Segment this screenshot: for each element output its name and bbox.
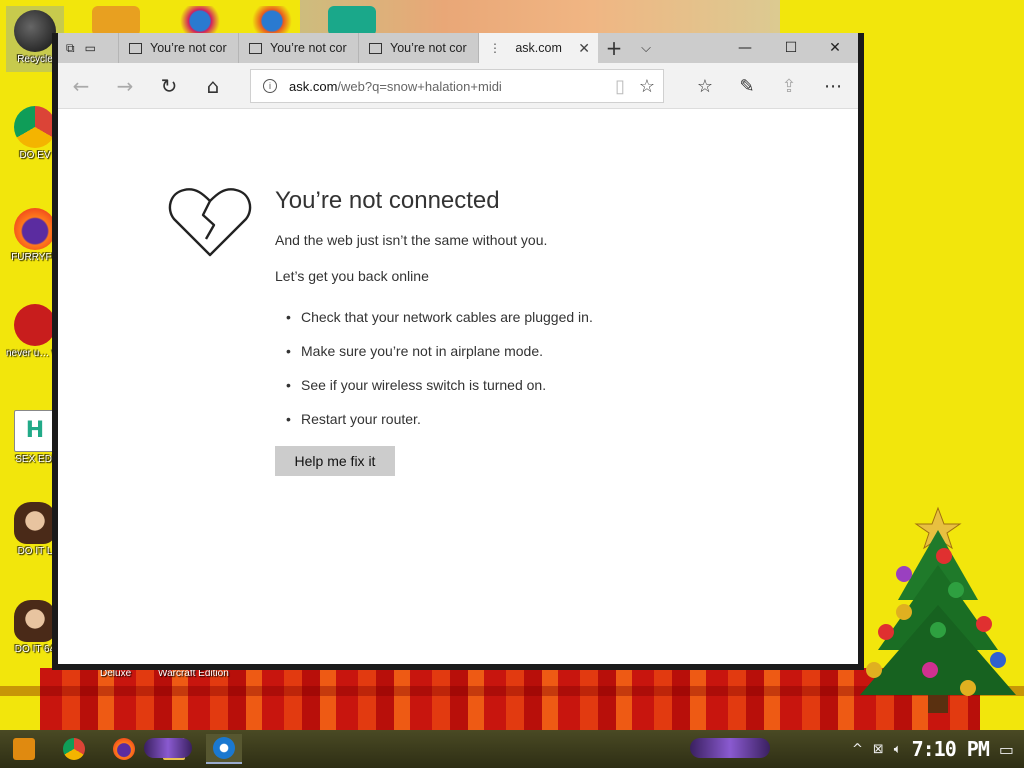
- error-subtitle: And the web just isn’t the same without …: [275, 232, 548, 248]
- address-path: /web?q=snow+halation+midi: [337, 78, 502, 94]
- error-page: You’re not connected And the web just is…: [58, 109, 858, 664]
- tip-item: See if your wireless switch is turned on…: [286, 375, 593, 409]
- app-shortcut-icon[interactable]: [248, 6, 296, 36]
- tab-controls: ⧉ ▭: [58, 33, 118, 63]
- close-window-button[interactable]: ✕: [812, 33, 858, 63]
- share-icon[interactable]: ⇪: [774, 71, 804, 101]
- browser-tab[interactable]: You’re not cor: [358, 33, 478, 63]
- app-shortcut-icon[interactable]: [176, 6, 224, 36]
- app-shortcut-icon[interactable]: [328, 6, 376, 36]
- more-menu-icon[interactable]: ⋯: [818, 71, 848, 101]
- web-note-pen-icon[interactable]: ✎: [732, 71, 762, 101]
- close-tab-icon[interactable]: ✕: [578, 40, 590, 57]
- browser-tab-active[interactable]: ⋮ ask.com ✕: [478, 33, 598, 63]
- favorites-hub-icon[interactable]: ☆: [690, 71, 720, 101]
- new-tab-button[interactable]: +: [598, 33, 630, 63]
- christmas-tree-decoration: [860, 506, 1016, 713]
- refresh-button[interactable]: ↻: [154, 71, 184, 101]
- browser-window: ⧉ ▭ You’re not cor You’re not cor You’re…: [52, 33, 864, 670]
- troubleshooting-list: Check that your network cables are plugg…: [286, 307, 593, 443]
- back-button[interactable]: ←: [66, 71, 96, 101]
- taskbar-chrome-icon[interactable]: [58, 734, 90, 764]
- app-shortcut-icon[interactable]: [92, 6, 140, 36]
- maximize-button[interactable]: ☐: [768, 33, 814, 63]
- minimize-button[interactable]: —: [722, 33, 768, 63]
- tip-item: Make sure you’re not in airplane mode.: [286, 341, 593, 375]
- navigation-bar: ← → ↻ ⌂ i ask.com/web?q=snow+halation+mi…: [58, 63, 858, 109]
- favorite-star-icon[interactable]: ☆: [639, 76, 655, 97]
- help-me-fix-it-button[interactable]: Help me fix it: [275, 446, 395, 476]
- drag-handle-icon: ⋮: [489, 41, 501, 55]
- browser-tab[interactable]: You’re not cor: [118, 33, 238, 63]
- system-tray: ^ ⊠ 🔈︎ 7:10 PM ▭: [852, 730, 1014, 768]
- taskbar-clock[interactable]: 7:10 PM: [912, 737, 990, 761]
- forward-button[interactable]: →: [110, 71, 140, 101]
- show-hidden-icons-chevron-icon[interactable]: ^: [852, 742, 863, 757]
- broken-heart-icon: [168, 188, 252, 257]
- tab-menu-chevron-icon[interactable]: ⌵: [630, 33, 662, 63]
- error-title: You’re not connected: [275, 187, 500, 214]
- volume-icon[interactable]: 🔈︎: [894, 742, 902, 757]
- site-info-icon[interactable]: i: [263, 79, 277, 93]
- browser-tab[interactable]: You’re not cor: [238, 33, 358, 63]
- tip-item: Check that your network cables are plugg…: [286, 307, 593, 341]
- address-domain: ask.com: [289, 78, 338, 94]
- page-icon: [249, 42, 262, 54]
- page-icon: [129, 42, 142, 54]
- error-prompt: Let’s get you back online: [275, 268, 429, 284]
- network-disconnected-icon[interactable]: ⊠: [873, 742, 884, 757]
- desktop-icon-column: Recycle DO EV FURRYFU never u… why is it…: [0, 0, 64, 730]
- page-icon: [369, 42, 382, 54]
- taskbar-firefox-icon[interactable]: [108, 734, 140, 764]
- address-bar[interactable]: i ask.com/web?q=snow+halation+midi ▯ ☆: [250, 69, 664, 103]
- show-tabs-icon[interactable]: ▭: [85, 41, 96, 55]
- tip-item: Restart your router.: [286, 409, 593, 443]
- action-center-icon[interactable]: ▭: [999, 740, 1014, 759]
- reading-view-icon[interactable]: ▯: [615, 76, 625, 97]
- start-button[interactable]: [8, 734, 40, 764]
- taskbar-edge-icon[interactable]: [206, 734, 242, 764]
- home-button[interactable]: ⌂: [198, 71, 228, 101]
- tabs-aside-icon[interactable]: ⧉: [66, 41, 75, 56]
